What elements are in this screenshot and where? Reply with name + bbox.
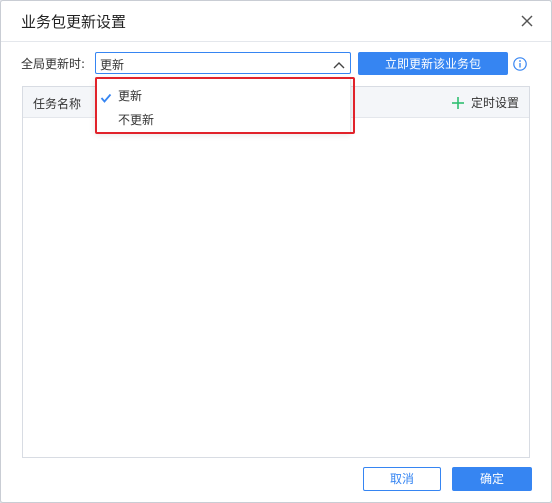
option-label: 更新 [118, 89, 143, 103]
info-icon[interactable] [513, 56, 527, 71]
global-update-dropdown: 更新 不更新 [95, 77, 351, 133]
chevron-up-icon [333, 57, 345, 69]
confirm-button[interactable]: 确定 [452, 467, 532, 491]
dialog-title-bar: 业务包更新设置 [1, 1, 551, 42]
close-icon[interactable] [517, 11, 537, 31]
global-update-selected-value: 更新 [100, 58, 125, 72]
dropdown-option-update[interactable]: 更新 [96, 83, 350, 107]
update-package-now-button[interactable]: 立即更新该业务包 [358, 52, 508, 75]
option-label: 不更新 [118, 113, 155, 127]
schedule-settings-label: 定时设置 [470, 95, 519, 110]
task-table: 任务名称 定时设置 [22, 86, 530, 458]
dropdown-option-no-update[interactable]: 不更新 [96, 107, 350, 131]
check-icon [100, 89, 112, 103]
schedule-settings-button[interactable]: 定时设置 [451, 93, 519, 111]
update-settings-dialog: 业务包更新设置 全局更新时: 更新 立即更新该业务包 任务名称 定时设置 更新 … [0, 0, 552, 503]
column-header-task-name: 任务名称 [33, 97, 82, 111]
cancel-button[interactable]: 取消 [363, 467, 441, 491]
dialog-title: 业务包更新设置 [21, 13, 127, 31]
plus-icon [451, 95, 465, 109]
global-update-select[interactable]: 更新 [95, 52, 351, 74]
global-update-label: 全局更新时: [21, 57, 86, 71]
